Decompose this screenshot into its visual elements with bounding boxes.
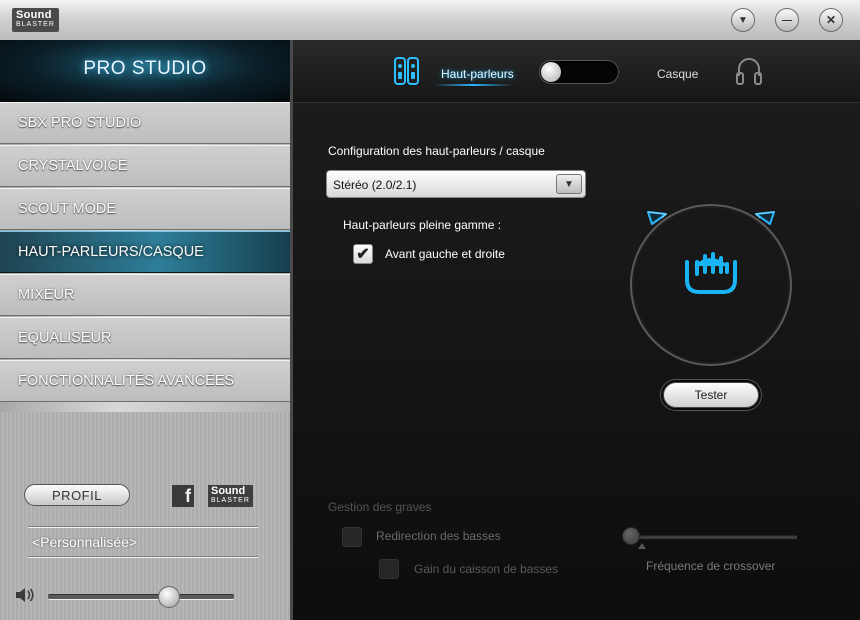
config-label: Configuration des haut-parleurs / casque [328,144,545,158]
sidebar-item-label: CRYSTALVOICE [18,158,128,174]
crossover-tick-marker [638,543,646,549]
divider [28,556,258,558]
bass-redirect-label: Redirection des basses [376,529,501,543]
speaker-volume-icon[interactable] [14,585,36,605]
sidebar-item-scout-mode[interactable]: SCOUT MODE [0,188,290,230]
logo-line2: BLASTER [211,497,250,504]
subwoofer-gain-checkbox[interactable] [379,559,399,579]
sidebar-item-label: SCOUT MODE [18,201,117,217]
listener-icon [685,252,737,294]
logo-line1: Sound [211,485,246,497]
output-selector-bar: Haut-parleurs Casque [293,40,860,103]
minimize-icon: — [782,14,792,26]
dropdown-button[interactable]: ▼ [731,8,755,32]
front-right-speaker-icon[interactable] [754,211,775,225]
sound-blaster-window: Sound BLASTER ▼ — ✕ PRO STUDIO SBX PRO S… [0,0,860,620]
headphones-icon[interactable] [735,54,763,88]
sidebar-item-mixeur[interactable]: MIXEUR [0,274,290,316]
subwoofer-gain-label: Gain du caisson de basses [414,562,559,576]
sidebar: PRO STUDIO SBX PRO STUDIO CRYSTALVOICE S… [0,40,290,620]
close-icon: ✕ [825,13,837,27]
facebook-icon[interactable]: f [172,485,194,507]
dropdown-arrow-icon[interactable]: ▼ [556,174,582,194]
sidebar-item-fonctionnalites-avancees[interactable]: FONCTIONNALITÉS AVANCÉES [0,360,290,402]
chevron-down-icon: ▼ [738,14,748,26]
sidebar-lower-panel: PROFIL f Sound BLASTER <Personnalisée> [0,412,290,620]
sidebar-item-crystalvoice[interactable]: CRYSTALVOICE [0,145,290,187]
main-panel: Haut-parleurs Casque Configuration des h… [290,40,860,620]
logo-line1: Sound [16,9,52,21]
sidebar-item-label: MIXEUR [18,287,75,303]
speaker-config-dropdown[interactable]: Stéréo (2.0/2.1) ▼ [326,170,586,198]
sidebar-menu: SBX PRO STUDIO CRYSTALVOICE SCOUT MODE H… [0,102,290,403]
bass-redirect-checkbox[interactable] [342,527,362,547]
headphones-label[interactable]: Casque [657,67,698,81]
front-left-speaker-icon[interactable] [647,211,668,225]
profile-preset-name[interactable]: <Personnalisée> [32,534,137,550]
bass-management-title: Gestion des graves [328,500,432,514]
sidebar-item-label: FONCTIONNALITÉS AVANCÉES [18,373,235,389]
crossover-frequency-label: Fréquence de crossover [646,559,776,573]
minimize-button[interactable]: — [775,8,799,32]
toggle-knob[interactable] [541,62,561,82]
checkmark-icon: ✔ [356,246,370,263]
sidebar-item-sbx-pro-studio[interactable]: SBX PRO STUDIO [0,102,290,144]
speaker-config-value: Stéréo (2.0/2.1) [333,178,417,192]
speakers-icon[interactable] [393,56,421,88]
sidebar-item-equaliseur[interactable]: EQUALISEUR [0,317,290,359]
front-left-right-label[interactable]: Avant gauche et droite [385,247,505,261]
full-range-label: Haut-parleurs pleine gamme : [343,218,502,232]
pro-studio-header: PRO STUDIO [0,40,290,103]
sidebar-item-label: HAUT-PARLEURS/CASQUE [18,244,204,260]
output-toggle-switch[interactable] [539,60,619,84]
close-button[interactable]: ✕ [819,8,843,32]
pro-studio-title: PRO STUDIO [83,58,207,79]
divider [28,526,258,528]
front-left-right-checkbox[interactable]: ✔ [353,244,373,264]
sidebar-item-label: SBX PRO STUDIO [18,115,142,131]
sound-blaster-logo: Sound BLASTER [12,8,59,32]
crossover-slider-track[interactable] [625,535,797,539]
logo-line2: BLASTER [16,21,55,28]
sidebar-item-haut-parleurs-casque[interactable]: HAUT-PARLEURS/CASQUE [0,231,290,273]
sound-blaster-link-logo[interactable]: Sound BLASTER [208,485,253,507]
volume-slider-track[interactable] [48,594,234,600]
test-button[interactable]: Tester [663,382,759,408]
selected-indicator [433,84,513,86]
speaker-position-diagram [630,204,792,366]
profil-button[interactable]: PROFIL [24,484,130,506]
volume-slider-knob[interactable] [158,586,180,608]
sidebar-item-label: EQUALISEUR [18,330,112,346]
title-bar: Sound BLASTER ▼ — ✕ [0,0,860,41]
speakers-label[interactable]: Haut-parleurs [441,67,514,81]
